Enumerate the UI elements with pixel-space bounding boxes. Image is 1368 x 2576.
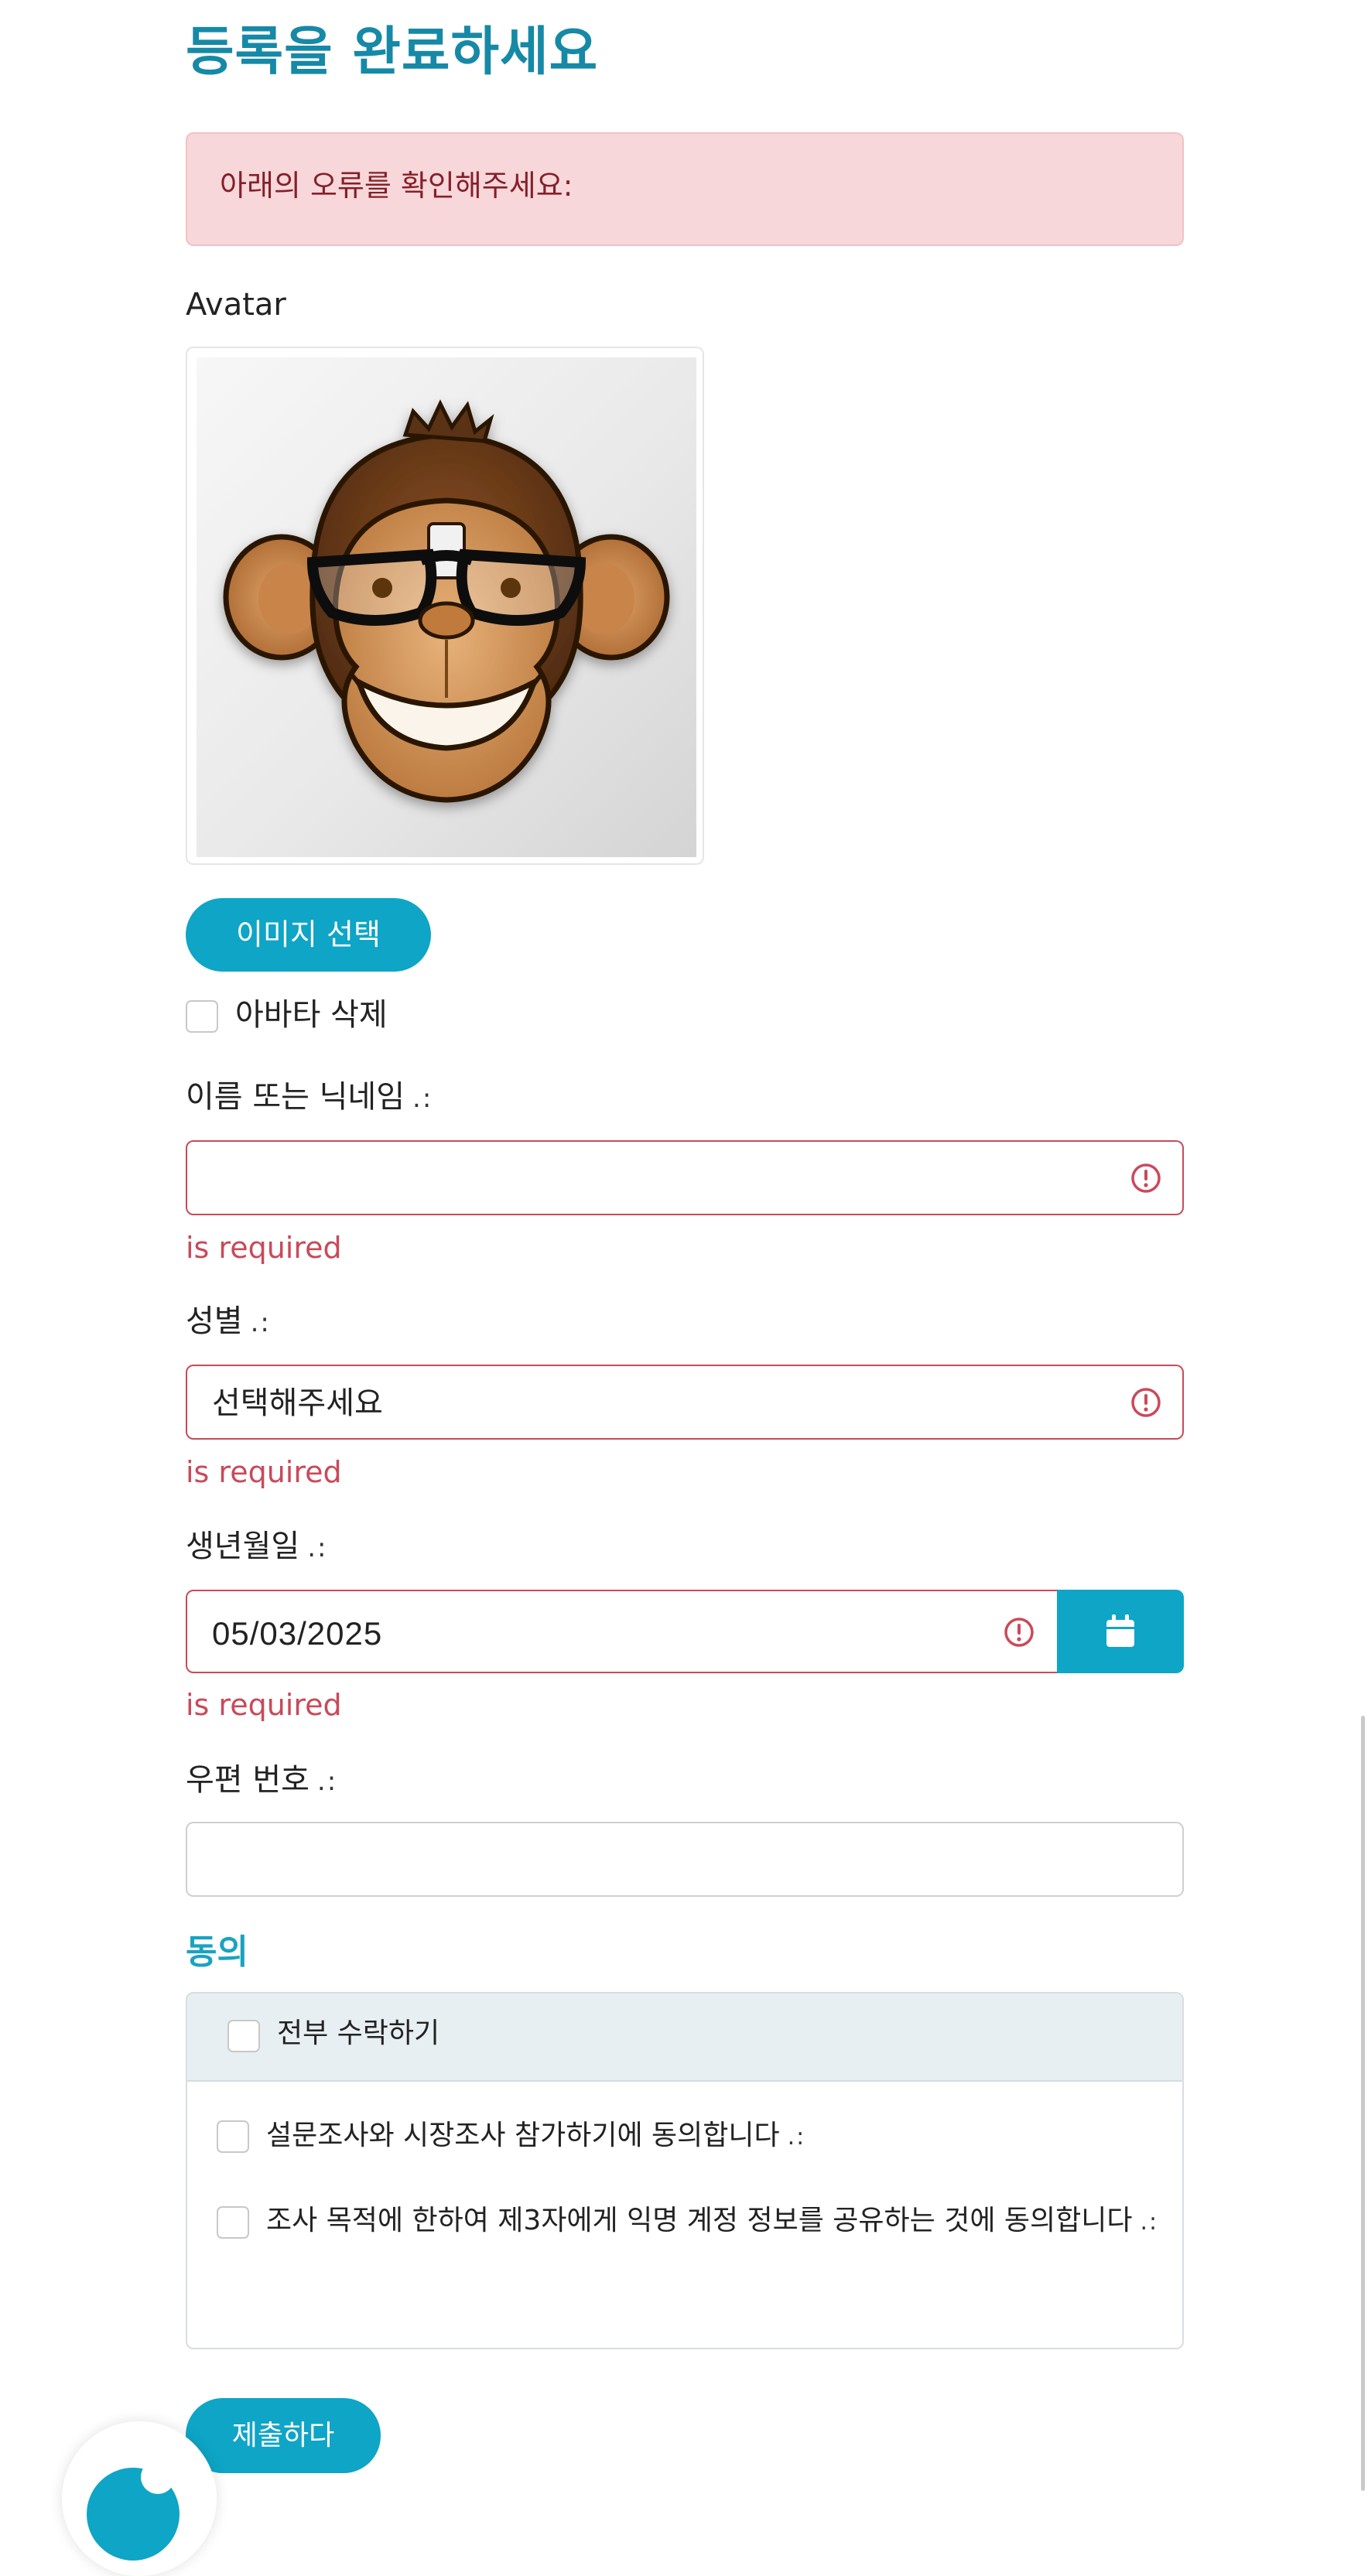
chat-bubble-notch [141,2460,175,2494]
consent-header: 전부 수락하기 [187,1993,1182,2082]
required-marker: .: [307,1532,328,1563]
page-title: 등록을 완료하세요 [186,22,599,83]
date-picker-button[interactable] [1057,1590,1184,1673]
submit-button[interactable]: 제출하다 [186,2398,381,2473]
consent-survey-label: 설문조사와 시장조사 참가하기에 동의합니다.: [266,2122,805,2150]
page-scrollbar[interactable] [1361,1716,1365,2491]
gender-label-text: 성별 [186,1303,243,1339]
gender-error: is required [186,1455,342,1489]
avatar-preview [186,347,704,865]
gender-select-value: 선택해주세요 [212,1385,383,1421]
consent-share-label: 조사 목적에 한하여 제3자에게 익명 계정 정보를 공유하는 것에 동의합니다… [266,2207,1158,2235]
name-label: 이름 또는 닉네임.: [186,1081,433,1112]
error-alert: 아래의 오류를 확인해주세요: [186,132,1184,246]
consent-share-checkbox[interactable] [217,2206,249,2239]
choose-image-button[interactable]: 이미지 선택 [186,898,431,972]
delete-avatar-label: 아바타 삭제 [235,997,388,1033]
required-marker: .: [787,2123,806,2151]
birthdate-label: 생년월일.: [186,1531,327,1562]
consent-share-text: 조사 목적에 한하여 제3자에게 익명 계정 정보를 공유하는 것에 동의합니다 [266,2205,1133,2236]
exclamation-circle-icon [1130,1386,1162,1419]
birthdate-input-value: 05/03/2025 [212,1615,383,1652]
birthdate-error: is required [186,1688,342,1722]
consent-box: 전부 수락하기 설문조사와 시장조사 참가하기에 동의합니다.: 조사 목적에 … [186,1992,1184,2349]
gender-label: 성별.: [186,1306,271,1337]
required-marker: .: [316,1766,338,1797]
delete-avatar-checkbox[interactable] [186,1000,218,1033]
postal-code-input[interactable] [186,1822,1184,1897]
calendar-icon [1106,1614,1134,1647]
required-marker: .: [412,1083,433,1114]
consent-section-title: 동의 [186,1932,248,1972]
accept-all-label: 전부 수락하기 [277,2017,440,2049]
accept-all-checkbox[interactable] [227,2020,260,2052]
avatar-image [197,357,696,857]
error-alert-message: 아래의 오류를 확인해주세요: [220,169,573,203]
name-error: is required [186,1231,342,1265]
birthdate-input[interactable]: 05/03/2025 [186,1590,1058,1673]
birthdate-label-text: 생년월일 [186,1529,300,1564]
exclamation-circle-icon [1003,1616,1035,1648]
exclamation-circle-icon [1130,1162,1162,1194]
required-marker: .: [250,1307,271,1338]
postal-code-label: 우편 번호.: [186,1765,337,1795]
consent-survey-text: 설문조사와 시장조사 참가하기에 동의합니다 [266,2120,780,2151]
gender-select[interactable]: 선택해주세요 [186,1365,1184,1440]
consent-survey-checkbox[interactable] [217,2120,249,2153]
required-marker: .: [1140,2209,1159,2236]
avatar-label: Avatar [186,287,286,323]
name-label-text: 이름 또는 닉네임 [186,1079,405,1115]
monkey-avatar-image [223,399,670,803]
name-input[interactable] [186,1140,1184,1215]
postal-code-label-text: 우편 번호 [186,1762,310,1798]
